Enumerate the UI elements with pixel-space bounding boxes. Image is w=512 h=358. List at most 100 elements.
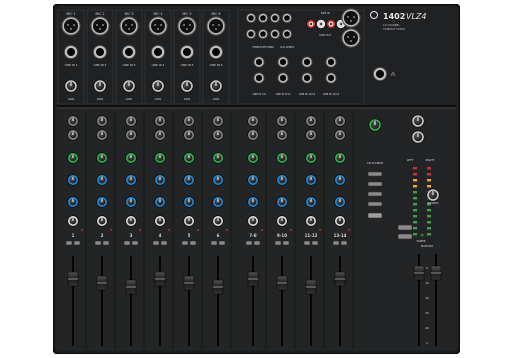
eq-high-knob[interactable] <box>247 152 259 164</box>
pan-knob[interactable] <box>125 215 137 227</box>
eq-mid-knob[interactable] <box>305 174 317 186</box>
assign-button[interactable] <box>397 224 413 231</box>
mute-button[interactable] <box>245 240 253 246</box>
eq-low-knob[interactable] <box>154 196 166 208</box>
mute-button[interactable] <box>274 240 282 246</box>
main-out-right-xlr[interactable] <box>341 28 361 48</box>
gain-knob[interactable] <box>209 79 223 93</box>
eq-low-knob[interactable] <box>305 196 317 208</box>
gain-knob[interactable] <box>122 79 136 93</box>
solo-button[interactable] <box>253 240 261 246</box>
aux1-knob[interactable] <box>125 115 137 127</box>
solo-button[interactable] <box>189 240 197 246</box>
aux1-knob[interactable] <box>183 115 195 127</box>
eq-high-knob[interactable] <box>212 152 224 164</box>
mute-button[interactable] <box>94 240 102 246</box>
solo-button[interactable] <box>102 240 110 246</box>
aux1-knob[interactable] <box>334 115 346 127</box>
gain-knob[interactable] <box>151 79 165 93</box>
solo-button[interactable] <box>340 240 348 246</box>
return-send-jack[interactable] <box>246 29 256 39</box>
eq-low-knob[interactable] <box>67 196 79 208</box>
mic-input-jack[interactable] <box>206 16 226 36</box>
eq-low-knob[interactable] <box>247 196 259 208</box>
tape-in-r-rca[interactable] <box>306 19 316 29</box>
solo-button[interactable] <box>73 240 81 246</box>
pan-knob[interactable] <box>212 215 224 227</box>
source-button[interactable] <box>367 171 383 177</box>
eq-high-knob[interactable] <box>305 152 317 164</box>
eq-low-knob[interactable] <box>276 196 288 208</box>
pan-knob[interactable] <box>67 215 79 227</box>
stereo-line-in-r[interactable] <box>277 72 289 84</box>
pan-knob[interactable] <box>305 215 317 227</box>
line-input-jack[interactable] <box>64 45 78 59</box>
mic-input-jack[interactable] <box>90 16 110 36</box>
stereo-line-in-l[interactable] <box>277 56 289 68</box>
phones-level-knob[interactable] <box>426 188 440 202</box>
return-send-jack[interactable] <box>246 13 256 23</box>
eq-low-knob[interactable] <box>212 196 224 208</box>
mute-button[interactable] <box>332 240 340 246</box>
aux2-knob[interactable] <box>276 129 288 141</box>
aux2-knob[interactable] <box>96 129 108 141</box>
mode-button[interactable] <box>367 212 383 219</box>
return-send-jack[interactable] <box>270 13 280 23</box>
solo-button[interactable] <box>311 240 319 246</box>
stereo-return-2-knob[interactable] <box>411 130 425 144</box>
stereo-line-in-r[interactable] <box>301 72 313 84</box>
return-send-jack[interactable] <box>258 13 268 23</box>
eq-mid-knob[interactable] <box>183 174 195 186</box>
mic-input-jack[interactable] <box>148 16 168 36</box>
mute-button[interactable] <box>181 240 189 246</box>
mic-input-jack[interactable] <box>119 16 139 36</box>
line-input-jack[interactable] <box>151 45 165 59</box>
stereo-line-in-l[interactable] <box>325 56 337 68</box>
mute-button[interactable] <box>65 240 73 246</box>
aux2-knob[interactable] <box>67 129 79 141</box>
mute-button[interactable] <box>303 240 311 246</box>
assign-button[interactable] <box>397 233 413 240</box>
pan-knob[interactable] <box>247 215 259 227</box>
pan-knob[interactable] <box>334 215 346 227</box>
aux1-knob[interactable] <box>96 115 108 127</box>
eq-high-knob[interactable] <box>67 152 79 164</box>
eq-mid-knob[interactable] <box>67 174 79 186</box>
eq-high-knob[interactable] <box>276 152 288 164</box>
main-out-left-xlr[interactable] <box>341 8 361 28</box>
line-input-jack[interactable] <box>122 45 136 59</box>
aux-master-knob[interactable] <box>368 118 382 132</box>
aux2-knob[interactable] <box>154 129 166 141</box>
eq-mid-knob[interactable] <box>334 174 346 186</box>
aux1-knob[interactable] <box>247 115 259 127</box>
eq-mid-knob[interactable] <box>154 174 166 186</box>
return-send-jack[interactable] <box>282 13 292 23</box>
aux2-knob[interactable] <box>125 129 137 141</box>
eq-high-knob[interactable] <box>183 152 195 164</box>
stereo-return-knob[interactable] <box>411 114 425 128</box>
pan-knob[interactable] <box>276 215 288 227</box>
stereo-line-in-l[interactable] <box>301 56 313 68</box>
aux2-knob[interactable] <box>212 129 224 141</box>
solo-button[interactable] <box>160 240 168 246</box>
mute-button[interactable] <box>123 240 131 246</box>
pan-knob[interactable] <box>96 215 108 227</box>
aux1-knob[interactable] <box>154 115 166 127</box>
aux2-knob[interactable] <box>334 129 346 141</box>
eq-low-knob[interactable] <box>334 196 346 208</box>
mic-input-jack[interactable] <box>61 16 81 36</box>
line-input-jack[interactable] <box>93 45 107 59</box>
stereo-line-in-r[interactable] <box>325 72 337 84</box>
source-button[interactable] <box>367 181 383 187</box>
aux1-knob[interactable] <box>212 115 224 127</box>
return-send-jack[interactable] <box>258 29 268 39</box>
gain-knob[interactable] <box>64 79 78 93</box>
line-input-jack[interactable] <box>180 45 194 59</box>
eq-low-knob[interactable] <box>125 196 137 208</box>
eq-low-knob[interactable] <box>96 196 108 208</box>
solo-button[interactable] <box>282 240 290 246</box>
mic-input-jack[interactable] <box>177 16 197 36</box>
eq-mid-knob[interactable] <box>247 174 259 186</box>
eq-mid-knob[interactable] <box>212 174 224 186</box>
eq-mid-knob[interactable] <box>96 174 108 186</box>
